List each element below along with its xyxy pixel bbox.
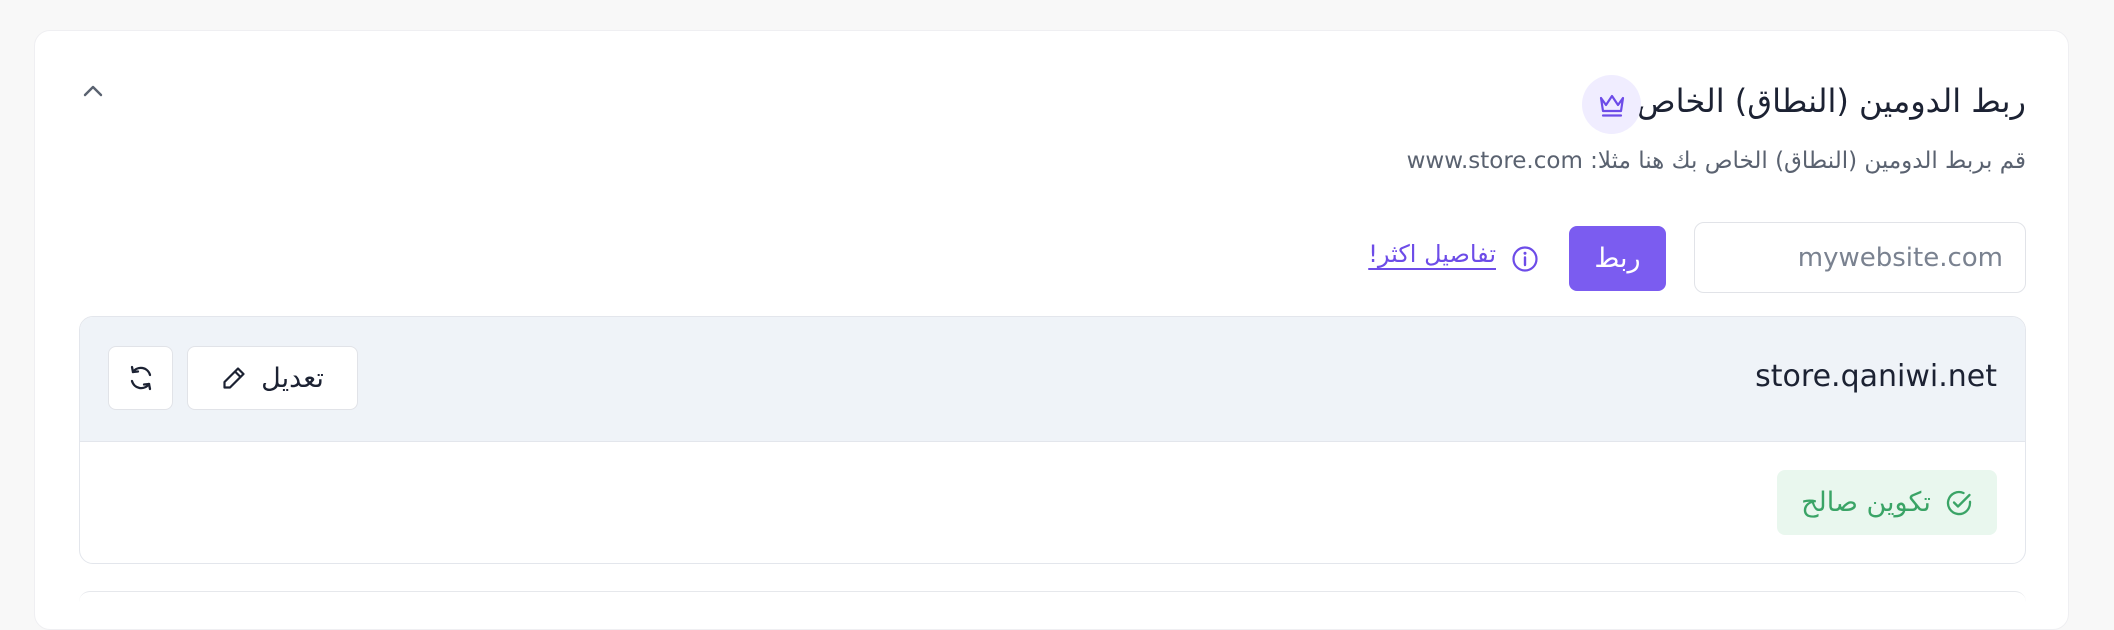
collapse-toggle[interactable] <box>76 74 110 108</box>
domain-panel-header: store.qaniwi.net تعديل <box>80 317 2025 442</box>
next-panel-edge <box>79 591 2026 602</box>
domain-input[interactable] <box>1694 222 2026 293</box>
section-title: ربط الدومين (النطاق) الخاص <box>1636 82 2026 120</box>
edit-button[interactable]: تعديل <box>187 346 358 410</box>
status-badge: تكوين صالح <box>1777 470 1997 535</box>
chevron-up-icon <box>83 85 103 97</box>
status-label: تكوين صالح <box>1801 487 1931 518</box>
refresh-button[interactable] <box>108 346 173 410</box>
info-icon <box>1512 246 1538 272</box>
pencil-icon <box>223 367 245 389</box>
connect-button[interactable]: ربط <box>1569 226 1666 291</box>
section-subtitle: قم بربط الدومين (النطاق) الخاص بك هنا مث… <box>1406 148 2026 174</box>
more-details-link[interactable]: تفاصيل اكثر! <box>1368 240 1496 268</box>
domain-name: store.qaniwi.net <box>1755 359 1997 394</box>
crown-icon <box>1599 94 1624 117</box>
refresh-icon <box>130 365 151 391</box>
domain-panel: store.qaniwi.net تعديل تكوين صالح <box>79 316 2026 564</box>
crown-badge <box>1582 75 1641 134</box>
check-circle-icon <box>1946 490 1972 515</box>
edit-label: تعديل <box>261 362 324 394</box>
